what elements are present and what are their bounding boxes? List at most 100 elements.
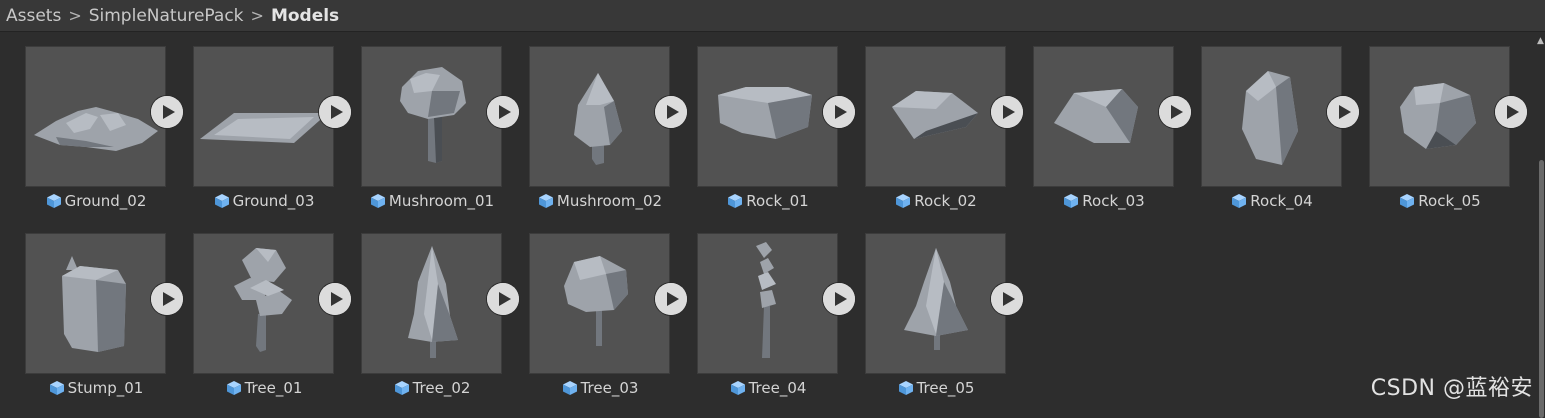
asset-item-mushroom_01[interactable]: Mushroom_01 [336,32,519,212]
model-preview-image [564,256,628,346]
asset-item-stump_01[interactable]: Stump_01 [0,219,183,399]
asset-label[interactable]: Tree_04 [692,377,844,399]
breadcrumb-item-models[interactable]: Models [271,6,339,26]
play-icon [991,283,1023,315]
asset-name: Stump_01 [67,379,144,397]
model-preview-image [574,73,622,165]
model-preview-thumbnail[interactable] [25,233,166,374]
model-preview-thumbnail[interactable] [865,233,1006,374]
model-preview-thumbnail[interactable] [193,233,334,374]
model-preview-image [904,248,968,350]
mesh-icon [1399,193,1415,209]
asset-label[interactable]: Stump_01 [20,377,172,399]
breadcrumb-separator: > [68,6,82,25]
model-preview-image [408,246,458,358]
model-preview-thumbnail[interactable] [697,46,838,187]
asset-name: Rock_05 [1418,192,1481,210]
asset-label[interactable]: Tree_05 [860,377,1012,399]
model-preview-image [892,91,978,139]
model-preview-thumbnail[interactable] [361,233,502,374]
mesh-icon [49,380,65,396]
play-preview-button[interactable] [1495,96,1527,128]
asset-item-rock_05[interactable]: Rock_05 [1344,32,1527,212]
model-preview-thumbnail[interactable] [25,46,166,187]
mesh-icon [730,380,746,396]
model-preview-image [1054,89,1138,143]
asset-item-rock_03[interactable]: Rock_03 [1008,32,1191,212]
asset-name: Tree_03 [580,379,639,397]
asset-name: Tree_01 [244,379,303,397]
asset-name: Mushroom_02 [556,192,663,210]
asset-item-tree_03[interactable]: Tree_03 [504,219,687,399]
model-preview-thumbnail[interactable] [1369,46,1510,187]
play-icon [1495,96,1527,128]
mesh-icon [394,380,410,396]
asset-name: Rock_03 [1082,192,1145,210]
asset-item-tree_01[interactable]: Tree_01 [168,219,351,399]
asset-label[interactable]: Ground_03 [188,190,340,212]
model-preview-thumbnail[interactable] [529,233,670,374]
model-preview-image [400,67,466,163]
breadcrumb-separator: > [250,6,264,25]
asset-grid: Ground_02 Ground_03 Mushroom_01 Mushroom… [0,32,1540,412]
model-preview-image [234,248,292,352]
asset-item-tree_04[interactable]: Tree_04 [672,219,855,399]
asset-name: Tree_05 [916,379,975,397]
model-preview-image [1242,71,1298,165]
asset-item-rock_04[interactable]: Rock_04 [1176,32,1359,212]
asset-name: Ground_03 [232,192,315,210]
asset-item-tree_05[interactable]: Tree_05 [840,219,1023,399]
asset-item-ground_03[interactable]: Ground_03 [168,32,351,212]
mesh-icon [214,193,230,209]
asset-label[interactable]: Rock_02 [860,190,1012,212]
asset-name: Tree_04 [748,379,807,397]
mesh-icon [562,380,578,396]
asset-item-mushroom_02[interactable]: Mushroom_02 [504,32,687,212]
asset-name: Rock_02 [914,192,977,210]
breadcrumb: Assets > SimpleNaturePack > Models [0,0,1545,32]
asset-label[interactable]: Mushroom_01 [356,190,508,212]
model-preview-thumbnail[interactable] [193,46,334,187]
mesh-icon [727,193,743,209]
asset-label[interactable]: Tree_02 [356,377,508,399]
model-preview-image [62,256,126,352]
mesh-icon [370,193,386,209]
vertical-scrollbar[interactable]: ▲ [1537,32,1545,418]
model-preview-thumbnail[interactable] [697,233,838,374]
asset-label[interactable]: Tree_03 [524,377,676,399]
asset-item-rock_02[interactable]: Rock_02 [840,32,1023,212]
asset-label[interactable]: Mushroom_02 [524,190,676,212]
asset-name: Rock_04 [1250,192,1313,210]
model-preview-image [34,107,158,151]
asset-label[interactable]: Ground_02 [20,190,172,212]
breadcrumb-item-simplenaturepack[interactable]: SimpleNaturePack [89,6,244,26]
asset-item-rock_01[interactable]: Rock_01 [672,32,855,212]
model-preview-image [200,113,328,143]
asset-item-ground_02[interactable]: Ground_02 [0,32,183,212]
asset-label[interactable]: Rock_03 [1028,190,1180,212]
asset-name: Mushroom_01 [388,192,495,210]
asset-name: Rock_01 [746,192,809,210]
play-preview-button[interactable] [991,283,1023,315]
asset-name: Tree_02 [412,379,471,397]
model-preview-thumbnail[interactable] [529,46,670,187]
mesh-icon [226,380,242,396]
mesh-icon [46,193,62,209]
model-preview-thumbnail[interactable] [361,46,502,187]
scroll-up-arrow-icon[interactable]: ▲ [1537,36,1544,46]
asset-item-tree_02[interactable]: Tree_02 [336,219,519,399]
mesh-icon [1063,193,1079,209]
model-preview-thumbnail[interactable] [865,46,1006,187]
mesh-icon [895,193,911,209]
asset-label[interactable]: Tree_01 [188,377,340,399]
breadcrumb-item-assets[interactable]: Assets [6,6,61,26]
asset-label[interactable]: Rock_05 [1364,190,1516,212]
asset-label[interactable]: Rock_01 [692,190,844,212]
model-preview-thumbnail[interactable] [1033,46,1174,187]
model-preview-image [1400,83,1476,149]
scrollbar-thumb[interactable] [1539,160,1544,418]
asset-label[interactable]: Rock_04 [1196,190,1348,212]
model-preview-thumbnail[interactable] [1201,46,1342,187]
asset-name: Ground_02 [64,192,147,210]
model-preview-image [718,87,812,139]
